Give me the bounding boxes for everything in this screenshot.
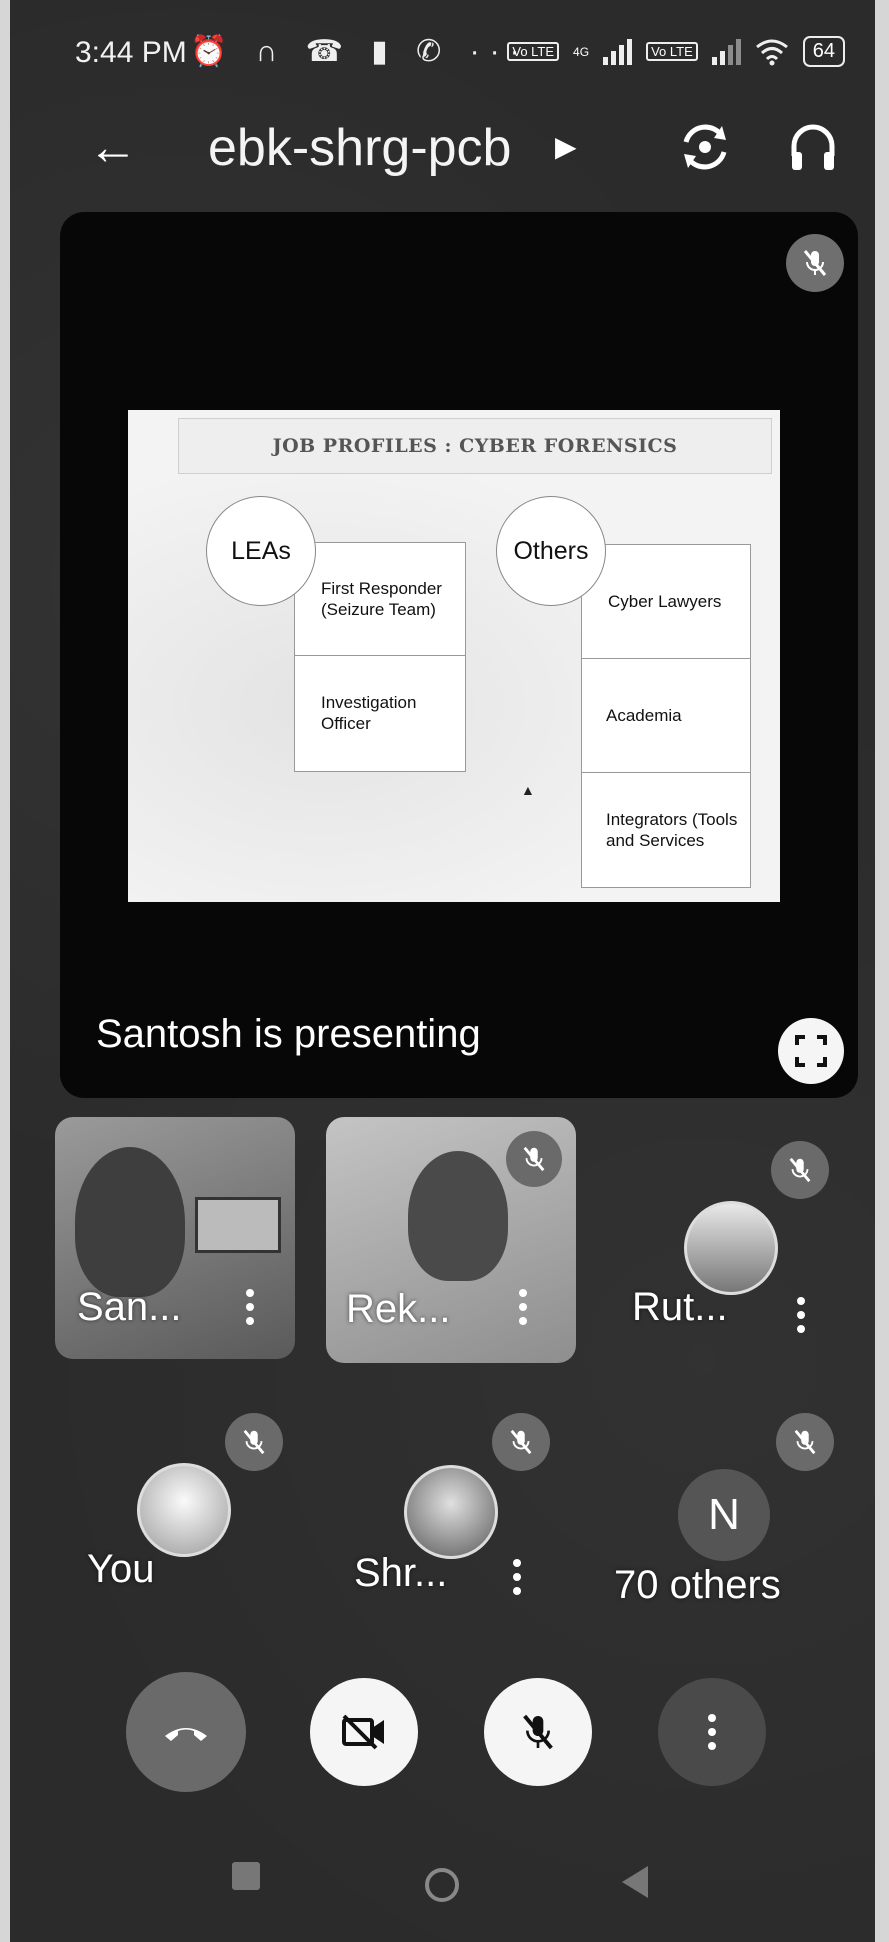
avatar-initial: N [678,1469,770,1561]
more-options-icon[interactable] [794,1297,808,1333]
participant-name: 70 others [614,1563,781,1607]
presentation-tile[interactable]: JOB PROFILES : CYBER FORENSICS LEAs Firs… [60,212,858,1098]
others-circle: Others [496,496,606,606]
others-item: Academia [582,659,750,773]
mic-off-badge [225,1413,283,1471]
presenting-label: Santosh is presenting [96,1012,481,1056]
mic-off-badge [771,1141,829,1199]
more-options-icon[interactable] [243,1289,257,1325]
chevron-right-icon[interactable]: ▶ [555,130,577,163]
participant-name: San... [77,1285,182,1329]
top-app-bar: ← ebk-shrg-pcb ▶ [10,100,875,200]
more-options-icon[interactable] [510,1559,524,1595]
participant-tile-rut[interactable]: Rut... [596,1117,851,1363]
signal-icon [603,38,633,65]
participant-tile-shr[interactable]: Shr... [326,1395,576,1635]
home-icon[interactable] [425,1868,459,1902]
participant-tile-rek[interactable]: Rek... [326,1117,576,1363]
meet-screen: 3:44 PM ⏰ ∩ ☎ ▮ ✆ ··· Vo LTE 4G Vo LTE 6… [10,0,875,1942]
others-box-column: Cyber Lawyers Academia Integrators (Tool… [581,544,751,888]
others-item: Integrators (Tools and Services [606,810,738,850]
signal-icon-2 [711,38,741,65]
shared-slide: JOB PROFILES : CYBER FORENSICS LEAs Firs… [128,410,780,902]
participant-name: Rek... [346,1287,451,1331]
mic-off-icon [803,250,827,276]
participant-name: Shr... [354,1551,448,1595]
battery-icon: 64 [802,36,845,67]
recents-icon[interactable] [232,1862,260,1890]
participant-tile-you[interactable]: You [55,1395,305,1635]
participant-name: You [87,1547,155,1591]
mic-off-icon [243,1429,265,1455]
more-vert-icon [705,1714,719,1750]
video-off-icon [342,1714,384,1750]
participant-video-rek [408,1151,508,1281]
mic-off-icon [510,1429,532,1455]
status-time: 3:44 PM [75,36,187,69]
mic-off-badge [506,1131,562,1187]
leas-circle: LEAs [206,496,316,606]
mic-off-icon [523,1146,545,1172]
back-nav-icon[interactable] [622,1866,648,1898]
mouse-pointer-icon: ▲ [521,782,535,798]
volte-badge: Vo LTE [507,42,560,61]
participant-name: Rut... [632,1285,728,1329]
leas-box-column: First Responder (Seizure Team) Investiga… [294,542,466,772]
back-arrow-icon[interactable]: ← [88,118,138,176]
fullscreen-icon [795,1035,827,1067]
avatar [404,1465,498,1559]
more-options-icon[interactable] [516,1289,530,1325]
notification-icons: ⏰ ∩ ☎ ▮ ✆ ··· [190,35,530,68]
switch-camera-icon[interactable] [678,120,732,174]
avatar [684,1201,778,1295]
meeting-code[interactable]: ebk-shrg-pcb [208,118,511,178]
microphone-toggle-button[interactable] [484,1678,592,1786]
volte-badge-2: Vo LTE [646,42,698,61]
mic-off-badge [776,1413,834,1471]
others-item: Cyber Lawyers [582,545,750,659]
fullscreen-button[interactable] [778,1018,844,1084]
participant-tile-others[interactable]: N 70 others [596,1395,851,1635]
status-bar: 3:44 PM ⏰ ∩ ☎ ▮ ✆ ··· Vo LTE 4G Vo LTE 6… [10,0,875,100]
end-call-button[interactable] [126,1672,246,1792]
mic-off-icon [794,1429,816,1455]
camera-toggle-button[interactable] [310,1678,418,1786]
hang-up-icon [165,1728,207,1741]
leas-item: First Responder (Seizure Team) [295,543,465,656]
mic-off-badge [786,234,844,292]
status-right: Vo LTE 4G Vo LTE 64 [507,36,845,67]
mic-off-icon [523,1714,553,1750]
wall-frame [195,1197,281,1253]
mic-off-badge [492,1413,550,1471]
slide-title: JOB PROFILES : CYBER FORENSICS [178,418,772,474]
network-type: 4G [573,44,590,59]
participant-tile-santosh[interactable]: San... [55,1117,295,1359]
wifi-icon [755,39,788,65]
participant-video-santosh [75,1147,185,1297]
leas-item: Investigation Officer [321,692,417,733]
more-options-button[interactable] [658,1678,766,1786]
mic-off-icon [789,1157,811,1183]
avatar [137,1463,231,1557]
headphones-icon[interactable] [788,120,838,174]
